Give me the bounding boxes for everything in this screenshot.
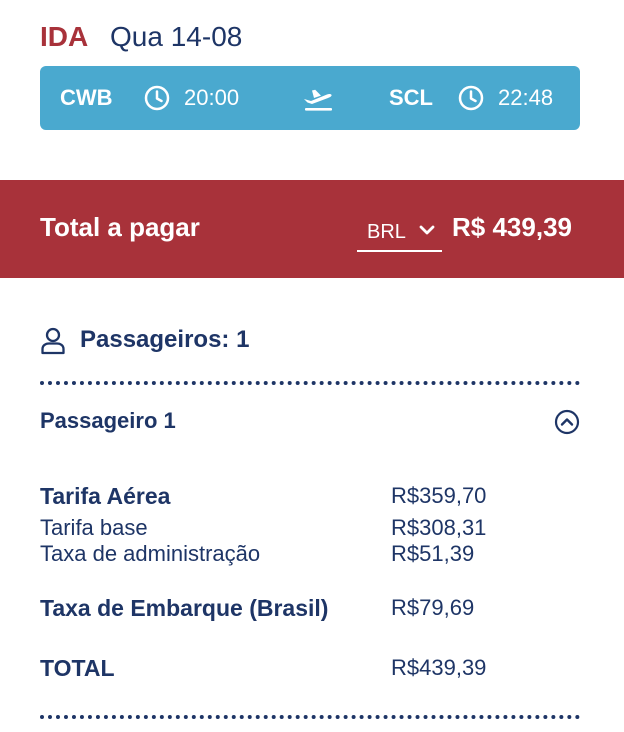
- clock-icon: [144, 85, 170, 111]
- total-label: Total a pagar: [40, 212, 200, 242]
- dotted-divider: [40, 381, 580, 385]
- chevron-down-icon: [419, 225, 435, 235]
- currency-value: BRL: [367, 221, 406, 243]
- passenger-1-toggle[interactable]: Passageiro 1: [40, 404, 580, 440]
- person-icon: [41, 327, 65, 355]
- departure-time: 20:00: [184, 85, 240, 110]
- fare-total-label: TOTAL: [40, 655, 115, 681]
- flight-summary-bar: CWB 20:00 SCL 22:48: [40, 66, 580, 130]
- passenger-1-label: Passageiro 1: [40, 408, 176, 433]
- currency-select[interactable]: BRL: [357, 212, 442, 252]
- fare-total-value: R$439,39: [391, 655, 487, 680]
- destination-code: SCL: [389, 85, 433, 110]
- trip-date: Qua 14-08: [110, 21, 243, 52]
- air-fare-label: Tarifa Aérea: [40, 483, 171, 509]
- boarding-tax-label: Taxa de Embarque (Brasil): [40, 595, 329, 621]
- chevron-up-circle-icon[interactable]: [554, 409, 580, 435]
- total-amount: R$ 439,39: [452, 212, 572, 242]
- plane-takeoff-icon: [304, 89, 332, 111]
- trip-header: IDA Qua 14-08: [40, 20, 242, 54]
- base-fare-value: R$308,31: [391, 515, 487, 540]
- base-fare-label: Tarifa base: [40, 515, 148, 540]
- trip-direction: IDA: [40, 21, 89, 52]
- dotted-divider: [40, 715, 580, 719]
- admin-fee-value: R$51,39: [391, 541, 475, 566]
- admin-fee-label: Taxa de administração: [40, 541, 261, 566]
- boarding-tax-value: R$79,69: [391, 595, 475, 620]
- passenger-count-label: Passageiros: 1: [80, 326, 250, 353]
- clock-icon: [458, 85, 484, 111]
- air-fare-value: R$359,70: [391, 483, 487, 508]
- arrival-time: 22:48: [498, 85, 554, 110]
- origin-code: CWB: [60, 85, 113, 110]
